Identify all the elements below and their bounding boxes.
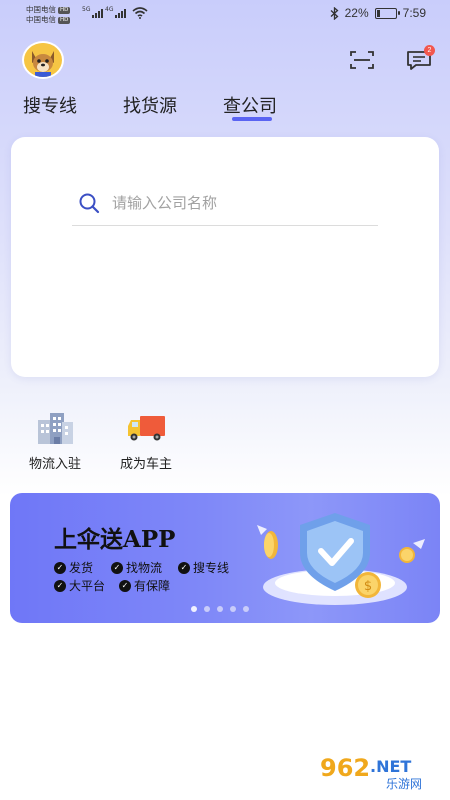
carousel-dot[interactable] bbox=[243, 606, 249, 612]
tab-search-line[interactable]: 搜专线 bbox=[23, 92, 77, 118]
carousel-dot[interactable] bbox=[230, 606, 236, 612]
svg-text:962: 962 bbox=[320, 754, 370, 782]
dog-mascot-avatar bbox=[26, 43, 60, 77]
shortcut-logistics-join[interactable]: 物流入驻 bbox=[15, 410, 95, 472]
check-icon: ✓ bbox=[111, 561, 123, 574]
network-type-1: 5G bbox=[82, 6, 91, 13]
svg-text:$: $ bbox=[364, 579, 372, 594]
carousel-dot[interactable] bbox=[204, 606, 210, 612]
signal-icon bbox=[92, 9, 103, 18]
wifi-icon bbox=[132, 7, 148, 19]
feature-item: ✓ 大平台 bbox=[54, 577, 105, 594]
check-icon: ✓ bbox=[54, 579, 66, 592]
building-icon bbox=[38, 413, 73, 444]
shortcut-become-driver[interactable]: 成为车主 bbox=[106, 410, 186, 472]
feature-item: ✓ 有保障 bbox=[119, 577, 170, 594]
check-icon: ✓ bbox=[178, 561, 190, 574]
avatar[interactable] bbox=[22, 41, 64, 79]
promo-banner[interactable]: 上伞送APP ✓ 发货 ✓ 找物流 ✓ 搜专线 ✓ 大平台 ✓ 有保障 $ bbox=[10, 493, 440, 623]
shortcut-label: 成为车主 bbox=[119, 457, 172, 472]
bluetooth-icon bbox=[330, 6, 339, 20]
status-right: 22% 7:59 bbox=[330, 6, 426, 20]
signal-icon-2 bbox=[115, 9, 126, 18]
status-bar: 中国电信 HD 中国电信 HD 5G 4G 22% 7:59 bbox=[0, 0, 450, 30]
feature-item: ✓ 搜专线 bbox=[178, 559, 229, 576]
feature-item: ✓ 发货 bbox=[54, 559, 93, 576]
carrier-1: 中国电信 HD bbox=[26, 5, 71, 14]
scan-icon[interactable] bbox=[350, 50, 374, 70]
carousel-dot[interactable] bbox=[217, 606, 223, 612]
search-field[interactable] bbox=[72, 192, 378, 226]
shield-coins-illustration: $ bbox=[257, 513, 425, 605]
svg-text:乐游网: 乐游网 bbox=[386, 777, 422, 791]
search-input[interactable] bbox=[112, 192, 372, 214]
carousel-dots bbox=[191, 606, 249, 612]
carrier-2: 中国电信 HD bbox=[26, 15, 71, 24]
shortcut-label: 物流入驻 bbox=[28, 457, 81, 472]
check-icon: ✓ bbox=[54, 561, 66, 574]
clock: 7:59 bbox=[402, 6, 426, 20]
banner-title: 上伞送APP bbox=[54, 526, 176, 553]
active-tab-indicator bbox=[232, 117, 272, 121]
battery-level bbox=[376, 9, 381, 17]
svg-text:.NET: .NET bbox=[370, 757, 411, 776]
check-icon: ✓ bbox=[119, 579, 131, 592]
battery-icon bbox=[374, 7, 400, 19]
site-watermark-logo: 962 .NET 乐游网 bbox=[312, 750, 444, 792]
search-icon bbox=[79, 193, 100, 214]
message-badge: 2 bbox=[424, 45, 435, 56]
search-card bbox=[11, 137, 439, 377]
feature-item: ✓ 找物流 bbox=[111, 559, 162, 576]
carousel-dot[interactable] bbox=[191, 606, 197, 612]
truck-icon bbox=[128, 416, 165, 441]
tab-check-company[interactable]: 查公司 bbox=[223, 92, 277, 118]
network-type-2: 4G bbox=[105, 6, 114, 13]
battery-percent: 22% bbox=[344, 6, 369, 20]
tab-bar: 搜专线 找货源 查公司 bbox=[0, 92, 450, 122]
tab-find-cargo[interactable]: 找货源 bbox=[123, 92, 177, 118]
